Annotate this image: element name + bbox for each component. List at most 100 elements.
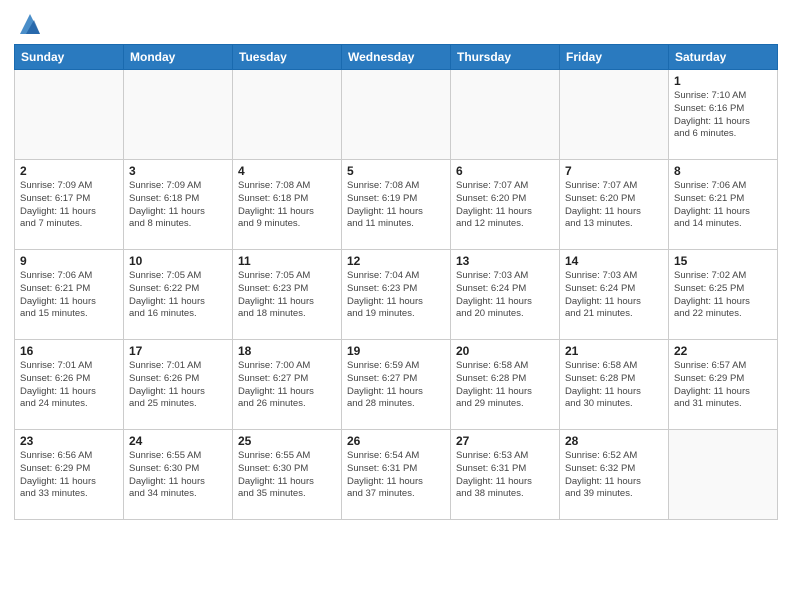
calendar-cell bbox=[669, 430, 778, 520]
calendar-cell bbox=[560, 70, 669, 160]
calendar-cell: 12 Sunrise: 7:04 AM Sunset: 6:23 PM Dayli… bbox=[342, 250, 451, 340]
calendar-cell: 1 Sunrise: 7:10 AM Sunset: 6:16 PM Daylig… bbox=[669, 70, 778, 160]
day-number: 23 bbox=[20, 434, 118, 448]
day-info: Sunrise: 6:58 AM Sunset: 6:28 PM Dayligh… bbox=[456, 360, 554, 411]
weekday-friday: Friday bbox=[560, 45, 669, 70]
day-number: 21 bbox=[565, 344, 663, 358]
weekday-wednesday: Wednesday bbox=[342, 45, 451, 70]
day-info: Sunrise: 6:54 AM Sunset: 6:31 PM Dayligh… bbox=[347, 450, 445, 501]
day-info: Sunrise: 7:04 AM Sunset: 6:23 PM Dayligh… bbox=[347, 270, 445, 321]
weekday-sunday: Sunday bbox=[15, 45, 124, 70]
day-number: 18 bbox=[238, 344, 336, 358]
day-info: Sunrise: 6:53 AM Sunset: 6:31 PM Dayligh… bbox=[456, 450, 554, 501]
calendar-cell: 8 Sunrise: 7:06 AM Sunset: 6:21 PM Daylig… bbox=[669, 160, 778, 250]
day-number: 11 bbox=[238, 254, 336, 268]
day-number: 10 bbox=[129, 254, 227, 268]
weekday-saturday: Saturday bbox=[669, 45, 778, 70]
day-info: Sunrise: 7:03 AM Sunset: 6:24 PM Dayligh… bbox=[565, 270, 663, 321]
calendar-cell: 6 Sunrise: 7:07 AM Sunset: 6:20 PM Daylig… bbox=[451, 160, 560, 250]
day-number: 16 bbox=[20, 344, 118, 358]
day-info: Sunrise: 7:10 AM Sunset: 6:16 PM Dayligh… bbox=[674, 90, 772, 141]
calendar-cell: 5 Sunrise: 7:08 AM Sunset: 6:19 PM Daylig… bbox=[342, 160, 451, 250]
day-number: 12 bbox=[347, 254, 445, 268]
logo bbox=[14, 10, 44, 38]
calendar-cell bbox=[233, 70, 342, 160]
calendar-cell: 14 Sunrise: 7:03 AM Sunset: 6:24 PM Dayli… bbox=[560, 250, 669, 340]
day-info: Sunrise: 6:59 AM Sunset: 6:27 PM Dayligh… bbox=[347, 360, 445, 411]
day-number: 5 bbox=[347, 164, 445, 178]
calendar-cell: 26 Sunrise: 6:54 AM Sunset: 6:31 PM Dayli… bbox=[342, 430, 451, 520]
calendar-cell: 28 Sunrise: 6:52 AM Sunset: 6:32 PM Dayli… bbox=[560, 430, 669, 520]
day-number: 28 bbox=[565, 434, 663, 448]
header bbox=[14, 10, 778, 38]
day-number: 8 bbox=[674, 164, 772, 178]
day-info: Sunrise: 7:08 AM Sunset: 6:19 PM Dayligh… bbox=[347, 180, 445, 231]
calendar-cell: 17 Sunrise: 7:01 AM Sunset: 6:26 PM Dayli… bbox=[124, 340, 233, 430]
week-row-3: 16 Sunrise: 7:01 AM Sunset: 6:26 PM Dayli… bbox=[15, 340, 778, 430]
weekday-header-row: SundayMondayTuesdayWednesdayThursdayFrid… bbox=[15, 45, 778, 70]
day-info: Sunrise: 7:05 AM Sunset: 6:23 PM Dayligh… bbox=[238, 270, 336, 321]
day-number: 19 bbox=[347, 344, 445, 358]
calendar-cell: 3Sunrise: 7:09 AM Sunset: 6:18 PM Daylig… bbox=[124, 160, 233, 250]
day-info: Sunrise: 6:55 AM Sunset: 6:30 PM Dayligh… bbox=[238, 450, 336, 501]
day-number: 3 bbox=[129, 164, 227, 178]
weekday-thursday: Thursday bbox=[451, 45, 560, 70]
day-info: Sunrise: 7:03 AM Sunset: 6:24 PM Dayligh… bbox=[456, 270, 554, 321]
calendar-cell: 19 Sunrise: 6:59 AM Sunset: 6:27 PM Dayli… bbox=[342, 340, 451, 430]
day-info: Sunrise: 6:56 AM Sunset: 6:29 PM Dayligh… bbox=[20, 450, 118, 501]
weekday-tuesday: Tuesday bbox=[233, 45, 342, 70]
day-number: 27 bbox=[456, 434, 554, 448]
day-number: 6 bbox=[456, 164, 554, 178]
calendar-cell: 15 Sunrise: 7:02 AM Sunset: 6:25 PM Dayli… bbox=[669, 250, 778, 340]
calendar-cell bbox=[342, 70, 451, 160]
calendar-cell: 25 Sunrise: 6:55 AM Sunset: 6:30 PM Dayli… bbox=[233, 430, 342, 520]
week-row-1: 2Sunrise: 7:09 AM Sunset: 6:17 PM Daylig… bbox=[15, 160, 778, 250]
day-info: Sunrise: 7:06 AM Sunset: 6:21 PM Dayligh… bbox=[674, 180, 772, 231]
calendar-cell: 7 Sunrise: 7:07 AM Sunset: 6:20 PM Daylig… bbox=[560, 160, 669, 250]
day-info: Sunrise: 7:00 AM Sunset: 6:27 PM Dayligh… bbox=[238, 360, 336, 411]
day-info: Sunrise: 7:01 AM Sunset: 6:26 PM Dayligh… bbox=[129, 360, 227, 411]
day-number: 14 bbox=[565, 254, 663, 268]
calendar-cell: 4Sunrise: 7:08 AM Sunset: 6:18 PM Daylig… bbox=[233, 160, 342, 250]
calendar-cell: 22 Sunrise: 6:57 AM Sunset: 6:29 PM Dayli… bbox=[669, 340, 778, 430]
calendar-cell: 10 Sunrise: 7:05 AM Sunset: 6:22 PM Dayli… bbox=[124, 250, 233, 340]
calendar-cell: 27 Sunrise: 6:53 AM Sunset: 6:31 PM Dayli… bbox=[451, 430, 560, 520]
calendar-cell: 21Sunrise: 6:58 AM Sunset: 6:28 PM Dayli… bbox=[560, 340, 669, 430]
day-info: Sunrise: 7:07 AM Sunset: 6:20 PM Dayligh… bbox=[565, 180, 663, 231]
day-info: Sunrise: 7:07 AM Sunset: 6:20 PM Dayligh… bbox=[456, 180, 554, 231]
day-info: Sunrise: 7:01 AM Sunset: 6:26 PM Dayligh… bbox=[20, 360, 118, 411]
week-row-0: 1 Sunrise: 7:10 AM Sunset: 6:16 PM Daylig… bbox=[15, 70, 778, 160]
day-info: Sunrise: 6:57 AM Sunset: 6:29 PM Dayligh… bbox=[674, 360, 772, 411]
calendar-table: SundayMondayTuesdayWednesdayThursdayFrid… bbox=[14, 44, 778, 520]
calendar-cell: 2Sunrise: 7:09 AM Sunset: 6:17 PM Daylig… bbox=[15, 160, 124, 250]
day-info: Sunrise: 7:02 AM Sunset: 6:25 PM Dayligh… bbox=[674, 270, 772, 321]
day-number: 13 bbox=[456, 254, 554, 268]
day-info: Sunrise: 6:52 AM Sunset: 6:32 PM Dayligh… bbox=[565, 450, 663, 501]
week-row-4: 23 Sunrise: 6:56 AM Sunset: 6:29 PM Dayli… bbox=[15, 430, 778, 520]
calendar-cell: 20Sunrise: 6:58 AM Sunset: 6:28 PM Dayli… bbox=[451, 340, 560, 430]
day-number: 24 bbox=[129, 434, 227, 448]
page: SundayMondayTuesdayWednesdayThursdayFrid… bbox=[0, 0, 792, 612]
calendar-cell bbox=[15, 70, 124, 160]
day-number: 26 bbox=[347, 434, 445, 448]
calendar-cell: 11 Sunrise: 7:05 AM Sunset: 6:23 PM Dayli… bbox=[233, 250, 342, 340]
day-number: 25 bbox=[238, 434, 336, 448]
day-info: Sunrise: 6:55 AM Sunset: 6:30 PM Dayligh… bbox=[129, 450, 227, 501]
week-row-2: 9Sunrise: 7:06 AM Sunset: 6:21 PM Daylig… bbox=[15, 250, 778, 340]
day-number: 7 bbox=[565, 164, 663, 178]
day-number: 1 bbox=[674, 74, 772, 88]
calendar-cell: 18 Sunrise: 7:00 AM Sunset: 6:27 PM Dayli… bbox=[233, 340, 342, 430]
calendar-cell bbox=[451, 70, 560, 160]
calendar-cell: 24 Sunrise: 6:55 AM Sunset: 6:30 PM Dayli… bbox=[124, 430, 233, 520]
logo-icon bbox=[16, 10, 44, 38]
calendar-cell: 9Sunrise: 7:06 AM Sunset: 6:21 PM Daylig… bbox=[15, 250, 124, 340]
day-number: 15 bbox=[674, 254, 772, 268]
day-number: 9 bbox=[20, 254, 118, 268]
calendar-cell: 13 Sunrise: 7:03 AM Sunset: 6:24 PM Dayli… bbox=[451, 250, 560, 340]
day-info: Sunrise: 7:05 AM Sunset: 6:22 PM Dayligh… bbox=[129, 270, 227, 321]
day-number: 17 bbox=[129, 344, 227, 358]
day-number: 4 bbox=[238, 164, 336, 178]
day-number: 22 bbox=[674, 344, 772, 358]
weekday-monday: Monday bbox=[124, 45, 233, 70]
calendar-cell bbox=[124, 70, 233, 160]
